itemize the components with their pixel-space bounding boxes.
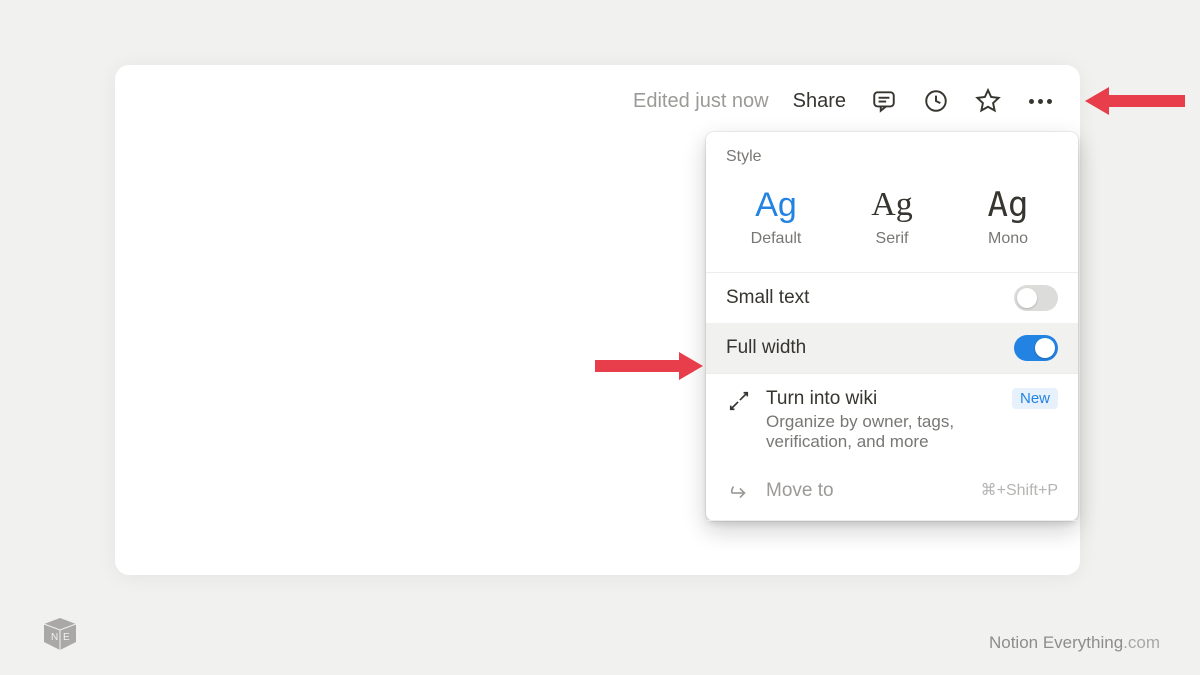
full-width-label: Full width — [726, 337, 806, 359]
font-style-row: Ag Default Ag Serif Ag Mono — [706, 174, 1078, 272]
ellipsis-icon — [1029, 99, 1052, 104]
brand-logo-icon: N E — [40, 616, 80, 657]
svg-text:N: N — [51, 632, 58, 643]
font-label-mono: Mono — [988, 230, 1028, 248]
comments-icon[interactable] — [870, 87, 898, 115]
page-options-dropdown: Style Ag Default Ag Serif Ag Mono Small … — [706, 132, 1078, 521]
small-text-row[interactable]: Small text — [706, 273, 1078, 323]
small-text-toggle[interactable] — [1014, 285, 1058, 311]
small-text-label: Small text — [726, 287, 809, 309]
full-width-row[interactable]: Full width — [706, 323, 1078, 373]
move-to-title: Move to — [766, 480, 834, 502]
wiki-icon — [726, 388, 752, 414]
history-icon[interactable] — [922, 87, 950, 115]
brand-tld: .com — [1123, 633, 1160, 652]
wiki-desc: Organize by owner, tags, verification, a… — [766, 412, 1058, 452]
favorite-icon[interactable] — [974, 87, 1002, 115]
font-sample-default: Ag — [755, 188, 797, 222]
svg-text:E: E — [63, 632, 70, 643]
move-to-icon — [726, 480, 752, 506]
turn-into-wiki-item[interactable]: Turn into wiki Organize by owner, tags, … — [706, 374, 1078, 466]
annotation-arrow-top — [1085, 83, 1185, 119]
full-width-toggle[interactable] — [1014, 335, 1058, 361]
toggle-knob — [1035, 338, 1055, 358]
font-label-default: Default — [751, 230, 802, 248]
font-sample-mono: Ag — [988, 188, 1029, 222]
font-label-serif: Serif — [876, 230, 909, 248]
edit-status: Edited just now — [633, 90, 769, 113]
font-sample-serif: Ag — [871, 188, 913, 222]
topbar: Edited just now Share — [115, 65, 1080, 115]
font-option-mono[interactable]: Ag Mono — [950, 182, 1066, 254]
brand-watermark: Notion Everything.com — [989, 633, 1160, 653]
annotation-arrow-mid — [595, 348, 703, 384]
font-option-serif[interactable]: Ag Serif — [834, 182, 950, 254]
style-section-label: Style — [706, 132, 1078, 174]
font-option-default[interactable]: Ag Default — [718, 182, 834, 254]
divider — [706, 520, 1078, 521]
share-button[interactable]: Share — [793, 90, 846, 113]
more-options-button[interactable] — [1026, 87, 1054, 115]
toggle-knob — [1017, 288, 1037, 308]
move-to-item[interactable]: Move to ⌘+Shift+P — [706, 466, 1078, 520]
move-to-shortcut: ⌘+Shift+P — [981, 480, 1058, 500]
new-badge: New — [1012, 388, 1058, 409]
brand-name: Notion Everything — [989, 633, 1123, 652]
